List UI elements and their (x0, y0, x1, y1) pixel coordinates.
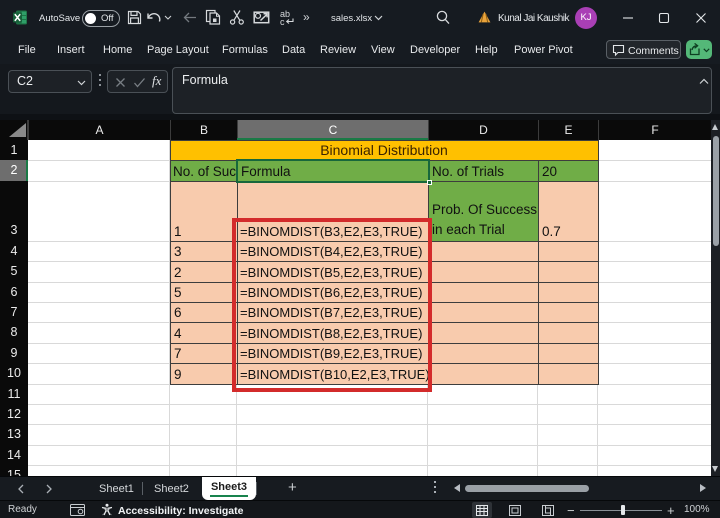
svg-text:c: c (280, 17, 285, 26)
